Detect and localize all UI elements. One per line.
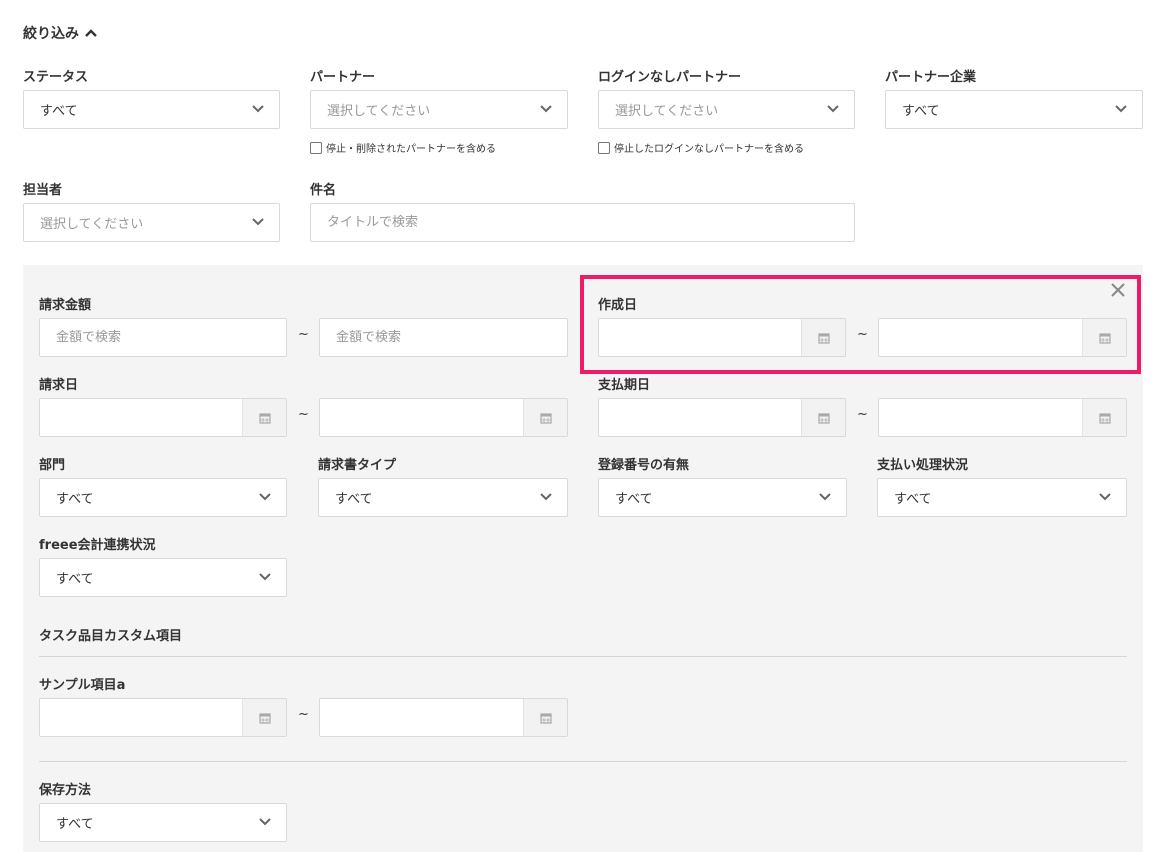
calendar-icon	[1098, 412, 1111, 424]
calendar-icon	[539, 412, 552, 424]
subject-label: 件名	[310, 183, 337, 198]
date-input[interactable]	[40, 699, 242, 736]
date-input[interactable]	[879, 399, 1082, 436]
login-less-partner-label: ログインなしパートナー	[598, 70, 742, 85]
calendar-button[interactable]	[242, 699, 286, 736]
chevron-down-icon	[1099, 493, 1111, 501]
range-separator: ~	[857, 407, 868, 422]
chevron-down-icon	[252, 218, 264, 226]
amount-label: 請求金額	[39, 298, 92, 313]
partner-company-select[interactable]: すべて	[885, 90, 1143, 129]
partner-label: パートナー	[310, 70, 376, 85]
amount-max-input[interactable]	[319, 318, 568, 357]
include-stopped-login-less-checkbox[interactable]: 停止したログインなしパートナーを含める	[598, 140, 804, 155]
invoice-type-select[interactable]: すべて	[318, 478, 568, 517]
invoice-type-label: 請求書タイプ	[318, 458, 397, 473]
section-divider	[39, 761, 1127, 762]
filter-toggle[interactable]: 絞り込み	[23, 23, 98, 43]
amount-min-input[interactable]	[39, 318, 287, 357]
date-input[interactable]	[599, 399, 801, 436]
login-less-partner-select[interactable]: 選択してください	[598, 90, 855, 129]
calendar-icon	[817, 412, 830, 424]
chevron-down-icon	[259, 818, 271, 826]
chevron-up-icon	[85, 29, 97, 37]
payment-due-to[interactable]	[878, 398, 1127, 437]
calendar-button[interactable]	[523, 699, 567, 736]
date-input[interactable]	[320, 699, 523, 736]
subject-search-input[interactable]	[310, 203, 855, 242]
registration-number-label: 登録番号の有無	[598, 458, 690, 473]
sample-item-to[interactable]	[319, 698, 568, 737]
range-separator: ~	[298, 707, 309, 722]
assignee-select[interactable]: 選択してください	[23, 203, 280, 242]
calendar-icon	[258, 412, 271, 424]
sample-item-from[interactable]	[39, 698, 287, 737]
calendar-button[interactable]	[801, 399, 845, 436]
checkbox-box[interactable]	[598, 141, 610, 154]
calendar-button[interactable]	[523, 399, 567, 436]
invoice-date-label: 請求日	[39, 378, 79, 393]
highlight-box	[580, 275, 1141, 374]
payment-status-select[interactable]: すべて	[877, 478, 1127, 517]
calendar-icon	[258, 712, 271, 724]
chevron-down-icon	[540, 493, 552, 501]
chevron-down-icon	[1115, 105, 1127, 113]
assignee-label: 担当者	[23, 183, 63, 198]
calendar-icon	[539, 712, 552, 724]
include-stopped-partner-checkbox[interactable]: 停止・削除されたパートナーを含める	[310, 140, 496, 155]
calendar-button[interactable]	[1082, 399, 1126, 436]
filter-title: 絞り込み	[23, 26, 79, 42]
freee-status-label: freee会計連携状況	[39, 538, 156, 553]
partner-company-label: パートナー企業	[885, 70, 977, 85]
chevron-down-icon	[827, 105, 839, 113]
freee-status-select[interactable]: すべて	[39, 558, 287, 597]
department-label: 部門	[39, 458, 66, 473]
invoice-date-from[interactable]	[39, 398, 287, 437]
chevron-down-icon	[259, 493, 271, 501]
payment-due-from[interactable]	[598, 398, 846, 437]
registration-number-select[interactable]: すべて	[598, 478, 847, 517]
chevron-down-icon	[819, 493, 831, 501]
status-label: ステータス	[23, 70, 89, 85]
sample-item-label: サンプル項目a	[39, 678, 126, 693]
custom-section-title: タスク品目カスタム項目	[39, 629, 183, 644]
partner-select[interactable]: 選択してください	[310, 90, 568, 129]
section-divider	[39, 656, 1127, 657]
chevron-down-icon	[259, 573, 271, 581]
range-separator: ~	[298, 327, 309, 342]
date-input[interactable]	[320, 399, 523, 436]
calendar-button[interactable]	[242, 399, 286, 436]
invoice-date-to[interactable]	[319, 398, 568, 437]
storage-method-select[interactable]: すべて	[39, 803, 287, 842]
checkbox-box[interactable]	[310, 141, 322, 154]
range-separator: ~	[298, 407, 309, 422]
status-select[interactable]: すべて	[23, 90, 280, 129]
storage-method-label: 保存方法	[39, 783, 92, 798]
date-input[interactable]	[40, 399, 242, 436]
chevron-down-icon	[540, 105, 552, 113]
department-select[interactable]: すべて	[39, 478, 287, 517]
payment-status-label: 支払い処理状況	[877, 458, 969, 473]
chevron-down-icon	[252, 105, 264, 113]
payment-due-label: 支払期日	[598, 378, 651, 393]
